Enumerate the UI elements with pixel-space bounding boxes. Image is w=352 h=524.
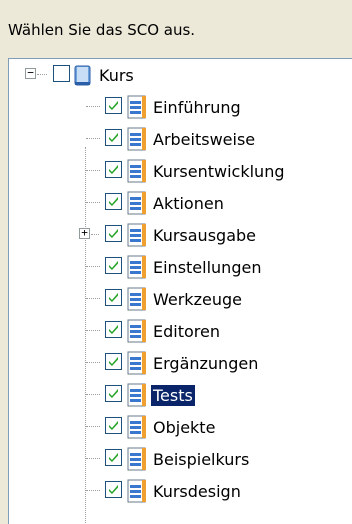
- page-icon: [127, 223, 147, 247]
- tree-node-einführung[interactable]: Einführung: [9, 91, 352, 123]
- tree-node-kursentwicklung[interactable]: Kursentwicklung: [9, 155, 352, 187]
- item-checkbox[interactable]: [105, 321, 122, 338]
- tree-node-label[interactable]: Einführung: [151, 97, 243, 118]
- page-icon: [127, 319, 147, 343]
- tree-connector: [86, 490, 100, 491]
- tree-node-label[interactable]: Tests: [151, 385, 195, 406]
- page-icon: [127, 159, 147, 183]
- sco-selection-dialog: Wählen Sie das SCO aus. − Kurs Einführun…: [0, 0, 352, 524]
- item-checkbox[interactable]: [105, 193, 122, 210]
- item-checkbox[interactable]: [105, 385, 122, 402]
- tree-connector: [86, 362, 100, 363]
- tree-node-label[interactable]: Kurs: [97, 65, 136, 86]
- book-icon: [73, 63, 93, 87]
- item-checkbox[interactable]: [105, 289, 122, 306]
- tree-node-label[interactable]: Kursdesign: [151, 481, 243, 502]
- tree-node-kursausgabe[interactable]: + Kursausgabe: [9, 219, 352, 251]
- page-icon: [127, 287, 147, 311]
- item-checkbox[interactable]: [105, 97, 122, 114]
- page-icon: [127, 351, 147, 375]
- tree-node-werkzeuge[interactable]: Werkzeuge: [9, 283, 352, 315]
- tree-connector: [86, 266, 100, 267]
- page-icon: [127, 255, 147, 279]
- item-checkbox[interactable]: [105, 449, 122, 466]
- page-icon: [127, 479, 147, 503]
- tree-node-aktionen[interactable]: Aktionen: [9, 187, 352, 219]
- item-checkbox[interactable]: [105, 225, 122, 242]
- sco-tree-view[interactable]: − Kurs Einführung Arbeitsweise Kursentwick…: [8, 58, 352, 524]
- tree-node-label[interactable]: Beispielkurs: [151, 449, 251, 470]
- prompt-label: Wählen Sie das SCO aus.: [8, 21, 196, 39]
- tree-node-tests[interactable]: Tests: [9, 379, 352, 411]
- tree-connector: [86, 138, 100, 139]
- page-icon: [127, 415, 147, 439]
- item-checkbox[interactable]: [105, 161, 122, 178]
- tree-node-objekte[interactable]: Objekte: [9, 411, 352, 443]
- tree-node-label[interactable]: Editoren: [151, 321, 222, 342]
- tree-node-label[interactable]: Einstellungen: [151, 257, 263, 278]
- page-icon: [127, 447, 147, 471]
- tree-node-label[interactable]: Ergänzungen: [151, 353, 260, 374]
- item-checkbox[interactable]: [105, 481, 122, 498]
- tree-node-beispielkurs[interactable]: Beispielkurs: [9, 443, 352, 475]
- tree-connector: [91, 234, 99, 235]
- tree-connector: [37, 74, 47, 75]
- page-icon: [127, 191, 147, 215]
- item-checkbox[interactable]: [105, 353, 122, 370]
- item-checkbox[interactable]: [105, 129, 122, 146]
- tree-node-kursdesign[interactable]: Kursdesign: [9, 475, 352, 507]
- page-icon: [127, 383, 147, 407]
- tree-connector: [86, 170, 100, 171]
- tree-node-label[interactable]: Kursentwicklung: [151, 161, 286, 182]
- tree-connector: [86, 202, 100, 203]
- tree-node-ergänzungen[interactable]: Ergänzungen: [9, 347, 352, 379]
- tree-node-label[interactable]: Aktionen: [151, 193, 226, 214]
- tree-node-einstellungen[interactable]: Einstellungen: [9, 251, 352, 283]
- tree-node-label[interactable]: Objekte: [151, 417, 217, 438]
- tree-node-root[interactable]: − Kurs: [9, 59, 352, 91]
- tree-node-editoren[interactable]: Editoren: [9, 315, 352, 347]
- tree-connector: [86, 458, 100, 459]
- collapse-icon[interactable]: −: [25, 67, 36, 79]
- page-icon: [127, 95, 147, 119]
- item-checkbox[interactable]: [105, 417, 122, 434]
- tree-node-arbeitsweise[interactable]: Arbeitsweise: [9, 123, 352, 155]
- tree-connector: [86, 426, 100, 427]
- tree-connector: [86, 106, 100, 107]
- tree-node-label[interactable]: Kursausgabe: [151, 225, 258, 246]
- tree-connector: [86, 394, 100, 395]
- tree-node-label[interactable]: Arbeitsweise: [151, 129, 257, 150]
- tree-connector: [86, 298, 100, 299]
- tree-node-label[interactable]: Werkzeuge: [151, 289, 244, 310]
- root-checkbox[interactable]: [53, 65, 70, 82]
- page-icon: [127, 127, 147, 151]
- item-checkbox[interactable]: [105, 257, 122, 274]
- expand-icon[interactable]: +: [79, 227, 90, 239]
- tree-connector: [86, 330, 100, 331]
